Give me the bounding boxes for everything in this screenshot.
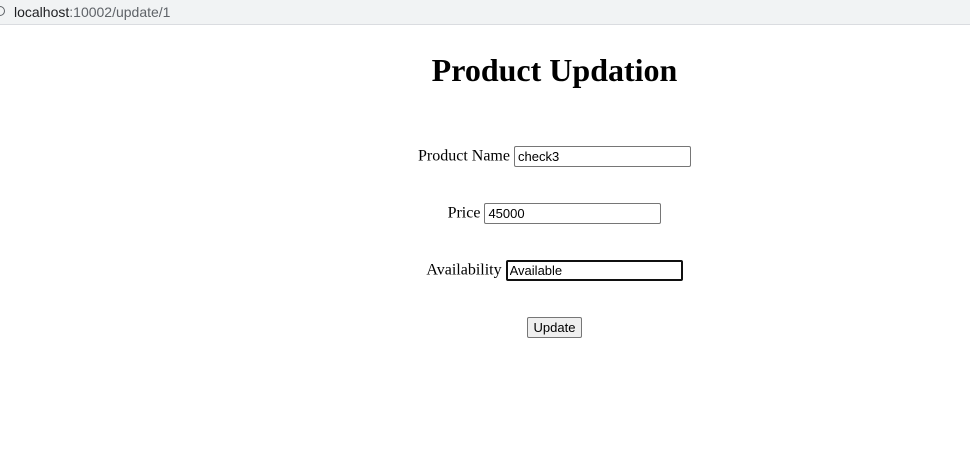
submit-row: Update	[0, 317, 970, 338]
url-host: localhost	[14, 4, 70, 20]
availability-row: Availability	[0, 260, 970, 281]
update-button[interactable]: Update	[526, 317, 583, 338]
product-name-input[interactable]	[513, 146, 691, 167]
product-name-row: Product Name	[0, 146, 970, 167]
price-label: Price	[447, 204, 481, 222]
url-path: :10002/update/1	[69, 4, 171, 20]
availability-label: Availability	[426, 261, 502, 279]
address-bar[interactable]: localhost:10002/update/1	[0, 0, 970, 25]
price-input[interactable]	[484, 203, 662, 224]
reload-icon[interactable]	[0, 6, 5, 16]
availability-input[interactable]	[505, 260, 683, 281]
product-name-label: Product Name	[418, 147, 510, 165]
page-title: Product Updation	[431, 52, 678, 88]
url-text[interactable]: localhost:10002/update/1	[14, 4, 170, 20]
price-row: Price	[0, 203, 970, 224]
